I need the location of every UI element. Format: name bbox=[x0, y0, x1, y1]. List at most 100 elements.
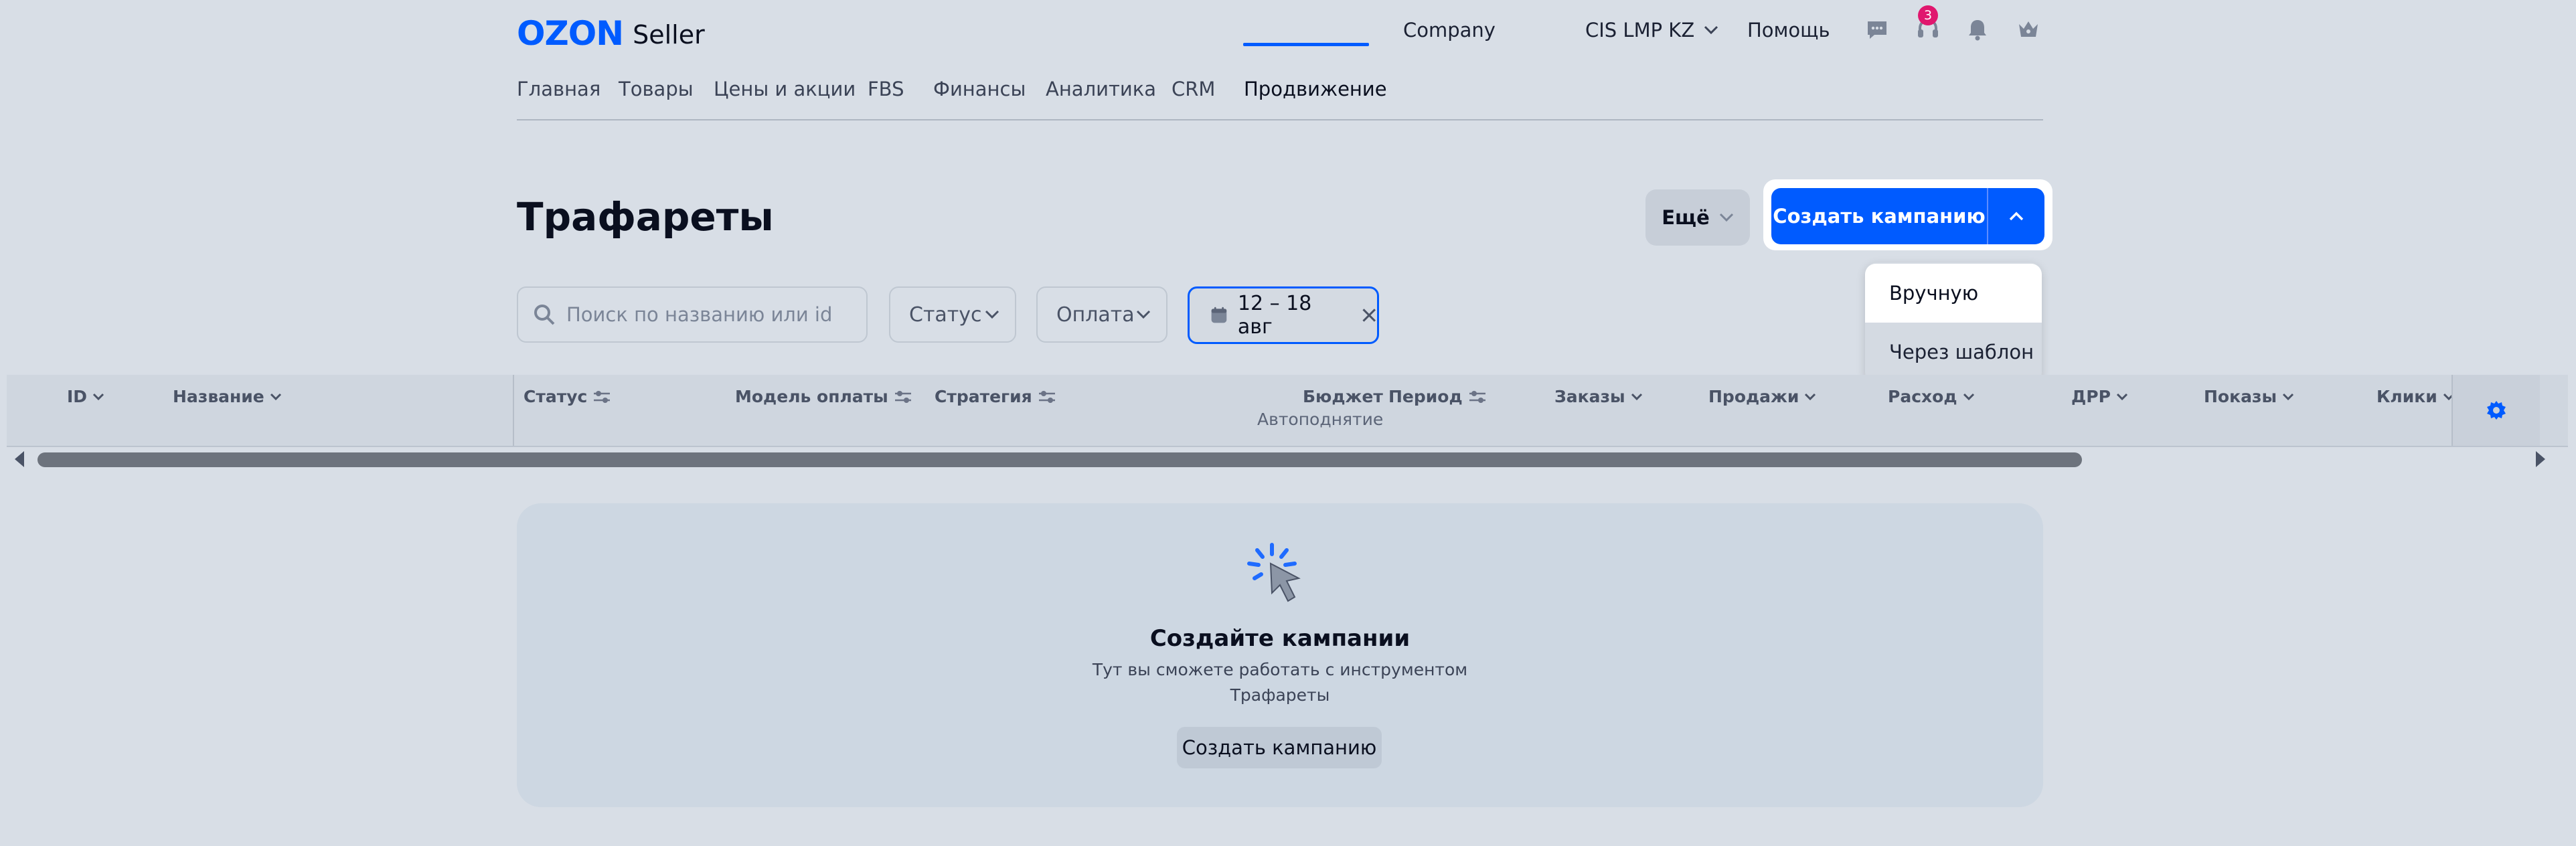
column-label: Название bbox=[173, 387, 264, 406]
chevron-down-icon bbox=[2283, 393, 2294, 400]
column-subheader-auto-raise: Автоподнятие bbox=[1257, 410, 1384, 429]
notification-badge: 3 bbox=[1918, 5, 1938, 25]
company-link[interactable]: Company bbox=[1403, 19, 1496, 41]
nav-item-products[interactable]: Товары bbox=[619, 78, 694, 100]
chevron-up-icon bbox=[2009, 212, 2024, 221]
account-selector[interactable]: CIS LMP KZ bbox=[1585, 19, 1718, 41]
dropdown-item-label: Через шаблон bbox=[1889, 341, 2034, 363]
status-filter[interactable]: Статус bbox=[889, 286, 1016, 343]
chevron-down-icon bbox=[1805, 393, 1816, 400]
account-label: CIS LMP KZ bbox=[1585, 19, 1695, 41]
more-button[interactable]: Ещё bbox=[1645, 189, 1750, 246]
column-label: Статус bbox=[524, 387, 588, 406]
filter-sliders-icon[interactable] bbox=[894, 389, 912, 405]
nav-item-fbs[interactable]: FBS bbox=[868, 78, 904, 100]
column-header-spend[interactable]: Расход bbox=[1888, 387, 1975, 406]
scroll-right-arrow[interactable] bbox=[2533, 450, 2548, 469]
date-range-filter[interactable]: 12 – 18 авг bbox=[1188, 286, 1379, 344]
chevron-down-icon bbox=[1631, 393, 1642, 400]
filter-sliders-icon[interactable] bbox=[1468, 389, 1487, 405]
empty-state-create-button[interactable]: Создать кампанию bbox=[1177, 727, 1382, 768]
gear-icon[interactable] bbox=[2486, 400, 2507, 421]
column-label: Расход bbox=[1888, 387, 1957, 406]
column-header-clicks[interactable]: Клики bbox=[2377, 387, 2455, 406]
dropdown-item-manual[interactable]: Вручную bbox=[1865, 264, 2042, 323]
nav-item-main[interactable]: Главная bbox=[517, 78, 600, 100]
empty-state-button-label: Создать кампанию bbox=[1182, 736, 1377, 759]
horizontal-scrollbar-thumb[interactable] bbox=[37, 452, 2082, 467]
close-icon[interactable] bbox=[1361, 306, 1377, 325]
cursor-click-icon bbox=[1247, 543, 1301, 602]
column-header-id[interactable]: ID bbox=[67, 387, 104, 406]
column-separator bbox=[513, 375, 514, 446]
column-label: Модель оплаты bbox=[735, 387, 888, 406]
search-input[interactable] bbox=[565, 303, 862, 327]
column-label: Период bbox=[1388, 387, 1463, 406]
nav-item-crm[interactable]: CRM bbox=[1172, 78, 1215, 100]
search-field[interactable] bbox=[517, 286, 868, 343]
create-campaign-menu-toggle[interactable] bbox=[1988, 188, 2044, 244]
chevron-down-icon bbox=[1963, 393, 1974, 400]
filter-sliders-icon[interactable] bbox=[1038, 389, 1056, 405]
nav-item-finance[interactable]: Финансы bbox=[933, 78, 1026, 100]
status-filter-label: Статус bbox=[909, 303, 982, 327]
column-label: Стратегия bbox=[935, 387, 1032, 406]
chevron-down-icon bbox=[1704, 25, 1718, 35]
column-label: ДРР bbox=[2071, 387, 2111, 406]
calendar-icon bbox=[1211, 307, 1227, 323]
logo-brand: OZON bbox=[517, 14, 624, 53]
column-header-strategy[interactable]: Стратегия bbox=[935, 387, 1056, 406]
page-title: Трафареты bbox=[517, 194, 774, 240]
payment-filter[interactable]: Оплата bbox=[1036, 286, 1168, 343]
empty-state-description: Тут вы сможете работать с инструментом Т… bbox=[1079, 657, 1481, 708]
create-campaign-label: Создать кампанию bbox=[1773, 205, 1986, 228]
main-nav: Главная Товары Цены и акции FBS Финансы … bbox=[517, 74, 2043, 120]
chevron-down-icon bbox=[1136, 310, 1151, 319]
empty-state-title: Создайте кампании bbox=[1149, 625, 1411, 652]
crown-icon[interactable] bbox=[2016, 17, 2040, 41]
nav-item-analytics[interactable]: Аналитика bbox=[1046, 78, 1156, 100]
column-label: ID bbox=[67, 387, 88, 406]
column-label: Заказы bbox=[1554, 387, 1625, 406]
filter-sliders-icon[interactable] bbox=[592, 389, 611, 405]
nav-active-indicator bbox=[1243, 43, 1369, 46]
column-header-status[interactable]: Статус bbox=[524, 387, 611, 406]
bell-icon[interactable] bbox=[1965, 17, 1990, 41]
empty-state-description-line1: Тут вы сможете работать с инструментом bbox=[1092, 660, 1468, 679]
column-label: Клики bbox=[2377, 387, 2437, 406]
empty-state-description-line2: Трафареты bbox=[1230, 685, 1330, 705]
payment-filter-label: Оплата bbox=[1056, 303, 1135, 327]
nav-item-prices[interactable]: Цены и акции bbox=[714, 78, 856, 100]
chat-icon[interactable] bbox=[1865, 17, 1889, 41]
chevron-down-icon bbox=[2116, 393, 2127, 400]
column-header-impressions[interactable]: Показы bbox=[2204, 387, 2294, 406]
date-range-value: 12 – 18 авг bbox=[1237, 292, 1312, 339]
table-settings-cell bbox=[2451, 375, 2540, 446]
column-header-period[interactable]: Период bbox=[1388, 387, 1487, 406]
help-link[interactable]: Помощь bbox=[1747, 19, 1830, 41]
column-header-sales[interactable]: Продажи bbox=[1708, 387, 1816, 406]
scroll-left-arrow[interactable] bbox=[12, 450, 27, 469]
column-label: Продажи bbox=[1708, 387, 1799, 406]
column-label: Бюджет bbox=[1303, 387, 1383, 406]
column-header-payment-model[interactable]: Модель оплаты bbox=[735, 387, 912, 406]
logo-product: Seller bbox=[633, 20, 705, 50]
chevron-down-icon bbox=[1719, 213, 1733, 222]
chevron-down-icon bbox=[93, 393, 104, 400]
dropdown-item-template[interactable]: Через шаблон bbox=[1865, 323, 2042, 382]
column-label: Показы bbox=[2204, 387, 2277, 406]
column-header-orders[interactable]: Заказы bbox=[1554, 387, 1643, 406]
nav-item-promotion[interactable]: Продвижение bbox=[1244, 78, 1387, 100]
create-campaign-button[interactable]: Создать кампанию bbox=[1771, 188, 1987, 244]
more-button-label: Ещё bbox=[1662, 206, 1710, 229]
chevron-down-icon bbox=[985, 310, 999, 319]
page: OZON Seller Company CIS LMP KZ Помощь 3 … bbox=[0, 0, 2576, 846]
chevron-down-icon bbox=[270, 393, 281, 400]
column-header-drr[interactable]: ДРР bbox=[2071, 387, 2128, 406]
table-header: ID Название Статус Модель оплаты Стратег… bbox=[7, 375, 2568, 447]
dropdown-item-label: Вручную bbox=[1889, 282, 1979, 305]
ozon-seller-logo[interactable]: OZON Seller bbox=[517, 13, 705, 54]
column-header-name[interactable]: Название bbox=[173, 387, 282, 406]
column-header-budget[interactable]: Бюджет bbox=[1303, 387, 1383, 406]
search-icon bbox=[534, 305, 555, 325]
